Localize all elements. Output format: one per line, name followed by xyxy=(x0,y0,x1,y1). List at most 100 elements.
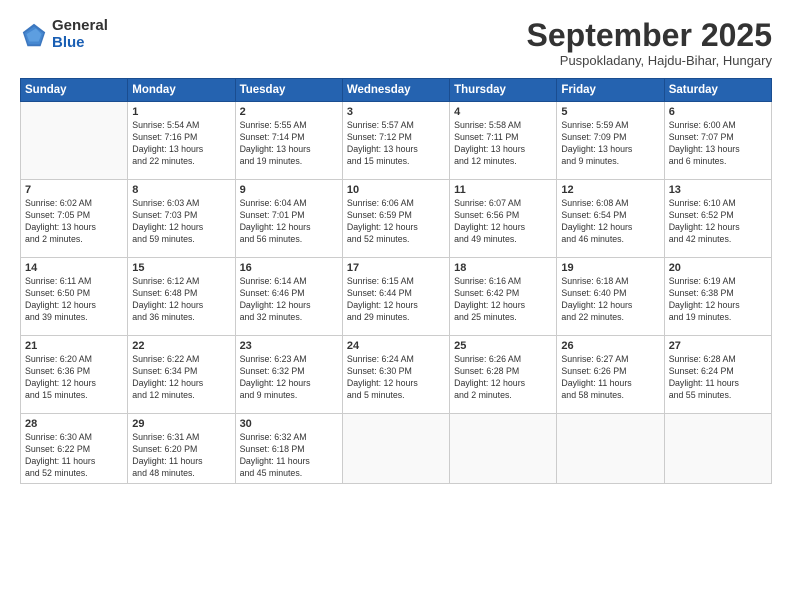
day-info: Sunrise: 6:18 AM Sunset: 6:40 PM Dayligh… xyxy=(561,276,659,324)
week-row-3: 14Sunrise: 6:11 AM Sunset: 6:50 PM Dayli… xyxy=(21,258,772,336)
day-cell: 10 Sunrise: 6:06 AM Sunset: 6:59 PM Dayli… xyxy=(342,180,449,258)
col-thursday: Thursday xyxy=(450,79,557,102)
day-number: 22 xyxy=(132,340,230,352)
day-info: Sunrise: 5:57 AM Sunset: 7:12 PM Dayligh… xyxy=(347,120,445,168)
title-block: September 2025 Puspokladany, Hajdu-Bihar… xyxy=(527,18,772,68)
day-info: Sunrise: 6:02 AM Sunset: 7:05 PM Dayligh… xyxy=(25,198,123,246)
day-cell: 12Sunrise: 6:08 AM Sunset: 6:54 PM Dayli… xyxy=(557,180,664,258)
day-cell: 20 Sunrise: 6:19 AM Sunset: 6:38 PM Dayli… xyxy=(664,258,771,336)
day-cell: 13 Sunrise: 6:10 AM Sunset: 6:52 PM Dayli… xyxy=(664,180,771,258)
day-number: 6 xyxy=(669,106,767,118)
day-info: Sunrise: 6:32 AM Sunset: 6:18 PM Dayligh… xyxy=(240,432,338,480)
day-info: Sunrise: 6:26 AM Sunset: 6:28 PM Dayligh… xyxy=(454,354,552,402)
day-info: Sunrise: 5:58 AM Sunset: 7:11 PM Dayligh… xyxy=(454,120,552,168)
day-cell: 2 Sunrise: 5:55 AM Sunset: 7:14 PM Daylig… xyxy=(235,102,342,180)
day-number: 30 xyxy=(240,418,338,430)
day-info: Sunrise: 6:14 AM Sunset: 6:46 PM Dayligh… xyxy=(240,276,338,324)
day-info: Sunrise: 6:10 AM Sunset: 6:52 PM Dayligh… xyxy=(669,198,767,246)
day-info: Sunrise: 6:00 AM Sunset: 7:07 PM Dayligh… xyxy=(669,120,767,168)
day-number: 10 xyxy=(347,184,445,196)
day-number: 9 xyxy=(240,184,338,196)
col-tuesday: Tuesday xyxy=(235,79,342,102)
day-number: 13 xyxy=(669,184,767,196)
day-cell: 8 Sunrise: 6:03 AM Sunset: 7:03 PM Daylig… xyxy=(128,180,235,258)
day-number: 7 xyxy=(25,184,123,196)
day-cell: 1 Sunrise: 5:54 AM Sunset: 7:16 PM Daylig… xyxy=(128,102,235,180)
location: Puspokladany, Hajdu-Bihar, Hungary xyxy=(527,53,772,68)
day-number: 17 xyxy=(347,262,445,274)
day-number: 8 xyxy=(132,184,230,196)
day-cell: 26 Sunrise: 6:27 AM Sunset: 6:26 PM Dayli… xyxy=(557,336,664,414)
page: General Blue September 2025 Puspokladany… xyxy=(0,0,792,612)
calendar-body: 1 Sunrise: 5:54 AM Sunset: 7:16 PM Daylig… xyxy=(21,102,772,484)
day-number: 19 xyxy=(561,262,659,274)
day-cell: 29Sunrise: 6:31 AM Sunset: 6:20 PM Dayli… xyxy=(128,414,235,484)
logo-blue: Blue xyxy=(52,35,108,52)
day-cell: 21 Sunrise: 6:20 AM Sunset: 6:36 PM Dayli… xyxy=(21,336,128,414)
day-cell: 16 Sunrise: 6:14 AM Sunset: 6:46 PM Dayli… xyxy=(235,258,342,336)
day-number: 14 xyxy=(25,262,123,274)
day-info: Sunrise: 6:23 AM Sunset: 6:32 PM Dayligh… xyxy=(240,354,338,402)
day-cell: 28 Sunrise: 6:30 AM Sunset: 6:22 PM Dayli… xyxy=(21,414,128,484)
day-cell: 30 Sunrise: 6:32 AM Sunset: 6:18 PM Dayli… xyxy=(235,414,342,484)
day-cell: 4 Sunrise: 5:58 AM Sunset: 7:11 PM Daylig… xyxy=(450,102,557,180)
day-cell xyxy=(664,414,771,484)
day-number: 26 xyxy=(561,340,659,352)
day-number: 20 xyxy=(669,262,767,274)
day-info: Sunrise: 5:54 AM Sunset: 7:16 PM Dayligh… xyxy=(132,120,230,168)
day-cell: 14Sunrise: 6:11 AM Sunset: 6:50 PM Dayli… xyxy=(21,258,128,336)
week-row-2: 7 Sunrise: 6:02 AM Sunset: 7:05 PM Daylig… xyxy=(21,180,772,258)
day-cell: 17 Sunrise: 6:15 AM Sunset: 6:44 PM Dayli… xyxy=(342,258,449,336)
day-info: Sunrise: 6:07 AM Sunset: 6:56 PM Dayligh… xyxy=(454,198,552,246)
week-row-5: 28 Sunrise: 6:30 AM Sunset: 6:22 PM Dayli… xyxy=(21,414,772,484)
day-cell: 9 Sunrise: 6:04 AM Sunset: 7:01 PM Daylig… xyxy=(235,180,342,258)
day-info: Sunrise: 6:03 AM Sunset: 7:03 PM Dayligh… xyxy=(132,198,230,246)
header: General Blue September 2025 Puspokladany… xyxy=(20,18,772,68)
day-info: Sunrise: 6:08 AM Sunset: 6:54 PM Dayligh… xyxy=(561,198,659,246)
day-cell: 6 Sunrise: 6:00 AM Sunset: 7:07 PM Daylig… xyxy=(664,102,771,180)
day-number: 11 xyxy=(454,184,552,196)
day-cell: 15 Sunrise: 6:12 AM Sunset: 6:48 PM Dayli… xyxy=(128,258,235,336)
logo-text: General Blue xyxy=(52,18,108,51)
day-cell: 19 Sunrise: 6:18 AM Sunset: 6:40 PM Dayli… xyxy=(557,258,664,336)
day-info: Sunrise: 6:15 AM Sunset: 6:44 PM Dayligh… xyxy=(347,276,445,324)
day-info: Sunrise: 6:20 AM Sunset: 6:36 PM Dayligh… xyxy=(25,354,123,402)
day-cell: 25 Sunrise: 6:26 AM Sunset: 6:28 PM Dayli… xyxy=(450,336,557,414)
day-cell: 11 Sunrise: 6:07 AM Sunset: 6:56 PM Dayli… xyxy=(450,180,557,258)
header-row: Sunday Monday Tuesday Wednesday Thursday… xyxy=(21,79,772,102)
day-info: Sunrise: 6:06 AM Sunset: 6:59 PM Dayligh… xyxy=(347,198,445,246)
day-cell: 24Sunrise: 6:24 AM Sunset: 6:30 PM Dayli… xyxy=(342,336,449,414)
day-number: 29 xyxy=(132,418,230,430)
day-number: 15 xyxy=(132,262,230,274)
calendar-table: Sunday Monday Tuesday Wednesday Thursday… xyxy=(20,78,772,484)
day-number: 2 xyxy=(240,106,338,118)
day-info: Sunrise: 6:28 AM Sunset: 6:24 PM Dayligh… xyxy=(669,354,767,402)
day-cell: 7 Sunrise: 6:02 AM Sunset: 7:05 PM Daylig… xyxy=(21,180,128,258)
day-number: 4 xyxy=(454,106,552,118)
day-cell: 18Sunrise: 6:16 AM Sunset: 6:42 PM Dayli… xyxy=(450,258,557,336)
day-info: Sunrise: 5:59 AM Sunset: 7:09 PM Dayligh… xyxy=(561,120,659,168)
day-cell: 23 Sunrise: 6:23 AM Sunset: 6:32 PM Dayli… xyxy=(235,336,342,414)
col-friday: Friday xyxy=(557,79,664,102)
day-cell: 3Sunrise: 5:57 AM Sunset: 7:12 PM Daylig… xyxy=(342,102,449,180)
day-info: Sunrise: 6:24 AM Sunset: 6:30 PM Dayligh… xyxy=(347,354,445,402)
day-info: Sunrise: 6:12 AM Sunset: 6:48 PM Dayligh… xyxy=(132,276,230,324)
day-number: 28 xyxy=(25,418,123,430)
calendar-header: Sunday Monday Tuesday Wednesday Thursday… xyxy=(21,79,772,102)
day-info: Sunrise: 5:55 AM Sunset: 7:14 PM Dayligh… xyxy=(240,120,338,168)
day-number: 23 xyxy=(240,340,338,352)
day-cell xyxy=(342,414,449,484)
logo: General Blue xyxy=(20,18,108,51)
day-info: Sunrise: 6:30 AM Sunset: 6:22 PM Dayligh… xyxy=(25,432,123,480)
day-info: Sunrise: 6:04 AM Sunset: 7:01 PM Dayligh… xyxy=(240,198,338,246)
day-number: 21 xyxy=(25,340,123,352)
day-number: 25 xyxy=(454,340,552,352)
day-cell xyxy=(557,414,664,484)
col-saturday: Saturday xyxy=(664,79,771,102)
day-number: 1 xyxy=(132,106,230,118)
day-info: Sunrise: 6:27 AM Sunset: 6:26 PM Dayligh… xyxy=(561,354,659,402)
week-row-1: 1 Sunrise: 5:54 AM Sunset: 7:16 PM Daylig… xyxy=(21,102,772,180)
day-info: Sunrise: 6:19 AM Sunset: 6:38 PM Dayligh… xyxy=(669,276,767,324)
day-number: 16 xyxy=(240,262,338,274)
day-cell: 5Sunrise: 5:59 AM Sunset: 7:09 PM Daylig… xyxy=(557,102,664,180)
